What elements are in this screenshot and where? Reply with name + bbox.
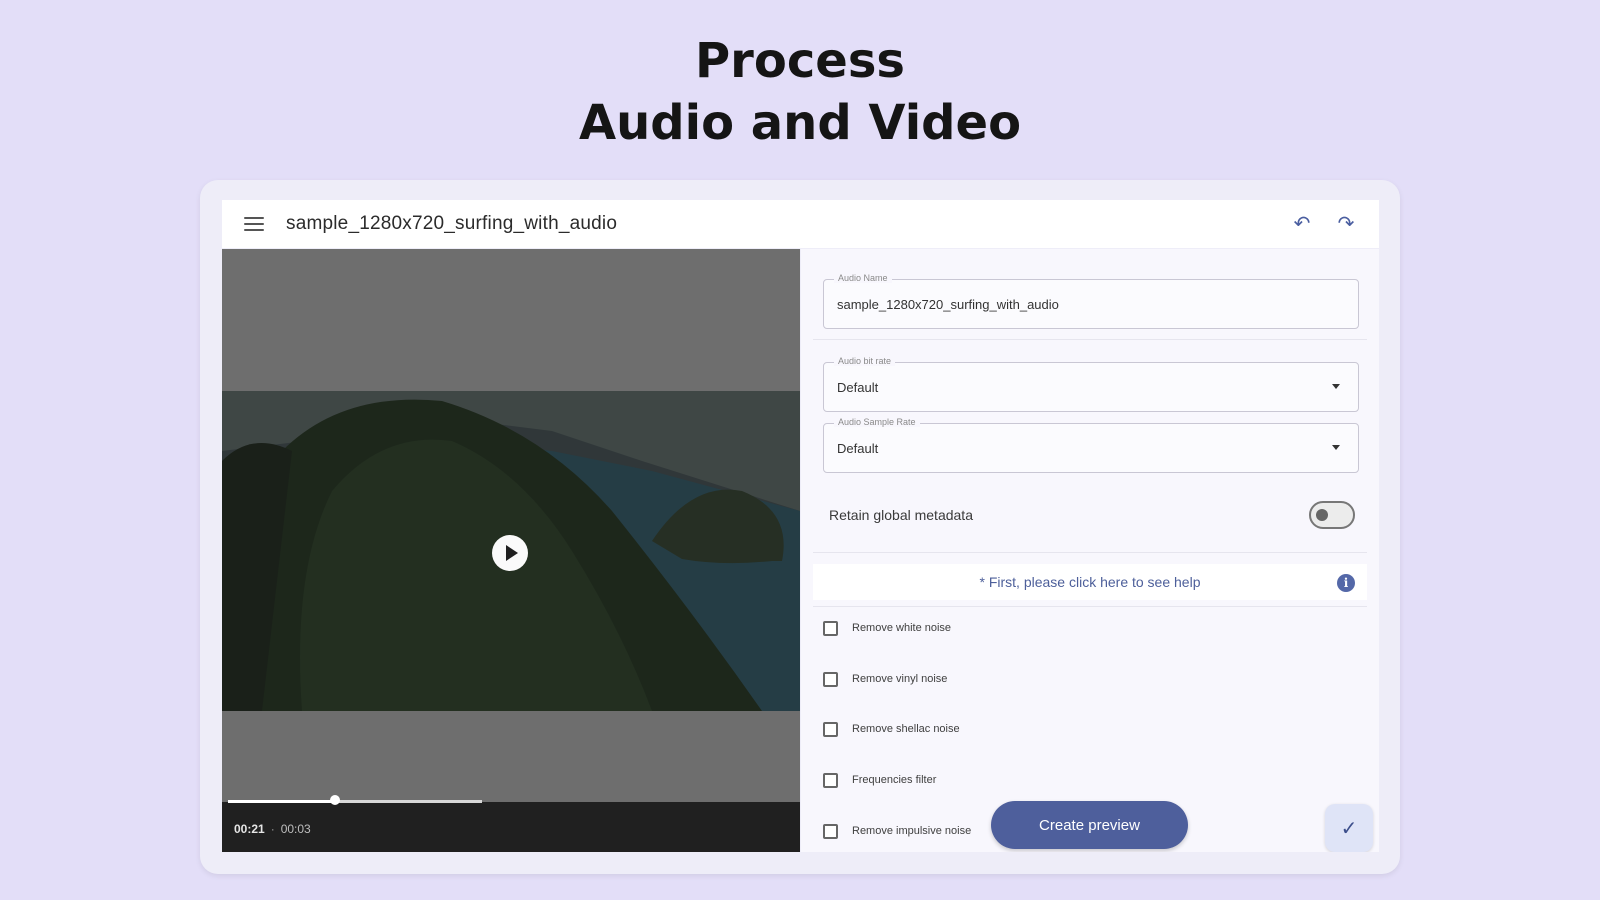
headline: Process Audio and Video <box>0 30 1600 154</box>
settings-panel: Audio Name sample_1280x720_surfing_with_… <box>801 249 1379 852</box>
audio-bit-rate-select[interactable]: Audio bit rate Default <box>823 356 1359 412</box>
time-readout: 00:21 · 00:03 <box>234 822 311 836</box>
seek-handle[interactable] <box>329 795 340 805</box>
current-time: 00:21 <box>234 822 265 836</box>
seek-progress <box>228 800 335 803</box>
play-button[interactable] <box>492 535 528 571</box>
redo-icon[interactable]: ↷ <box>1335 213 1357 235</box>
filter-checkbox-row[interactable]: Frequencies filter <box>823 770 936 790</box>
help-row[interactable]: * First, please click here to see help i <box>813 564 1367 600</box>
retain-metadata-toggle[interactable] <box>1309 501 1355 529</box>
checkbox[interactable] <box>823 671 838 687</box>
create-preview-button[interactable]: Create preview <box>991 801 1188 849</box>
checkbox[interactable] <box>823 721 838 737</box>
checkbox[interactable] <box>823 823 838 839</box>
help-link[interactable]: * First, please click here to see help <box>813 574 1367 590</box>
divider <box>813 552 1367 553</box>
play-icon <box>506 545 518 561</box>
file-title: sample_1280x720_surfing_with_audio <box>286 213 618 234</box>
audio-name-value[interactable]: sample_1280x720_surfing_with_audio <box>837 297 1059 312</box>
audio-name-label: Audio Name <box>834 273 892 283</box>
filter-checkbox-row[interactable]: Remove impulsive noise <box>823 821 971 841</box>
player-controls: 00:21 · 00:03 <box>222 795 800 852</box>
retain-metadata-label: Retain global metadata <box>829 507 973 523</box>
retain-metadata-row: Retain global metadata <box>829 499 1355 531</box>
confirm-button[interactable]: ✓ <box>1325 804 1373 852</box>
video-player[interactable]: 00:21 · 00:03 <box>222 249 800 852</box>
filter-checkbox-row[interactable]: Remove white noise <box>823 618 951 638</box>
filter-label: Remove white noise <box>852 622 952 634</box>
checkbox[interactable] <box>823 620 838 636</box>
dropdown-arrow-icon <box>1332 384 1340 389</box>
seek-bar[interactable] <box>228 795 482 805</box>
headline-line-1: Process <box>695 33 905 89</box>
bit-rate-label: Audio bit rate <box>834 356 896 366</box>
menu-icon[interactable] <box>244 217 264 231</box>
filter-label: Remove vinyl noise <box>852 673 948 685</box>
filter-checkbox-row[interactable]: Remove vinyl noise <box>823 669 947 689</box>
info-icon[interactable]: i <box>1337 574 1355 592</box>
dropdown-arrow-icon <box>1332 445 1340 450</box>
checkbox[interactable] <box>823 772 838 788</box>
sample-rate-label: Audio Sample Rate <box>834 417 920 427</box>
top-app-bar: sample_1280x720_surfing_with_audio ↶ ↷ <box>222 200 1379 248</box>
duration: 00:03 <box>280 822 311 836</box>
sample-rate-value: Default <box>837 441 879 456</box>
check-icon: ✓ <box>1340 817 1358 840</box>
divider <box>813 339 1367 340</box>
filter-checkbox-row[interactable]: Remove shellac noise <box>823 719 960 739</box>
headline-line-2: Audio and Video <box>578 95 1022 151</box>
time-separator: · <box>270 822 275 836</box>
audio-name-field[interactable]: Audio Name sample_1280x720_surfing_with_… <box>823 273 1359 329</box>
filter-label: Remove shellac noise <box>852 723 960 735</box>
divider <box>813 606 1367 607</box>
undo-icon[interactable]: ↶ <box>1291 213 1313 235</box>
filter-label: Remove impulsive noise <box>852 825 972 837</box>
bit-rate-value: Default <box>837 380 879 395</box>
filter-label: Frequencies filter <box>852 774 937 786</box>
audio-sample-rate-select[interactable]: Audio Sample Rate Default <box>823 417 1359 473</box>
